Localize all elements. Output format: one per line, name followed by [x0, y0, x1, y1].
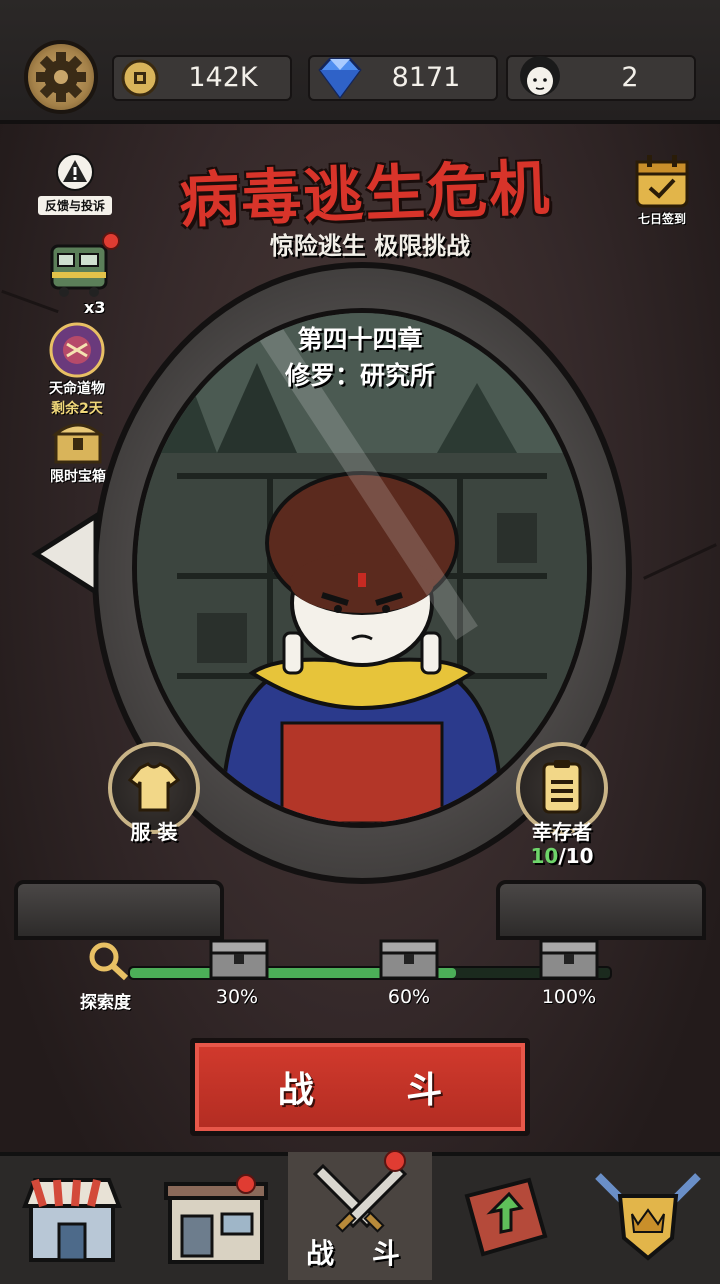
coin-icon [121, 59, 159, 97]
milestone-30: 30% [215, 986, 259, 1008]
magnifier-icon [89, 942, 129, 981]
nav-guild[interactable] [576, 1152, 720, 1280]
chapter-name: 修罗：研究所 [284, 361, 435, 390]
survivors-total: /10 [558, 844, 594, 868]
survivor-face-icon [520, 56, 560, 96]
notification-dot [102, 232, 120, 250]
building-icon [164, 1182, 268, 1264]
nav-shop[interactable] [0, 1152, 144, 1280]
destiny-orb-icon [49, 322, 105, 378]
milestone-100: 100% [541, 986, 597, 1008]
notification-dot [236, 1174, 256, 1194]
destiny-remaining: 剩余2天 [51, 401, 103, 417]
gear-icon [36, 52, 86, 102]
fight-button[interactable]: 战 斗 [190, 1038, 530, 1136]
nav-base[interactable] [144, 1152, 288, 1280]
upgrade-book-icon [464, 1177, 548, 1257]
previous-chapter-arrow-icon[interactable] [30, 510, 102, 598]
signin-label: 七日签到 [637, 212, 686, 226]
destiny-item-button[interactable]: 天命道物 剩余2天 [30, 322, 124, 418]
mirror-stand-right [496, 880, 706, 940]
shop-icon [22, 1178, 122, 1262]
diamond-icon [318, 57, 362, 100]
costume-label: 服 装 [130, 820, 178, 844]
coin-amount: 142K [188, 62, 258, 93]
reward-chest-30-icon[interactable] [208, 938, 270, 982]
feedback-label: 反馈与投诉 [38, 196, 112, 215]
game-subtitle: 惊险逃生 极限挑战 [269, 232, 471, 260]
train-event-button[interactable]: x3 [38, 232, 122, 317]
mirror-stand-left [14, 880, 224, 940]
destiny-label: 天命道物 [49, 381, 105, 397]
reward-chest-100-icon[interactable] [538, 938, 600, 982]
exploration-label: 探索度 [80, 993, 131, 1013]
milestone-60: 60% [387, 986, 431, 1008]
feedback-button[interactable]: 反馈与投诉 [38, 152, 112, 215]
settings-button[interactable] [24, 40, 98, 114]
survivor-amount: 2 [621, 62, 639, 93]
nav-upgrade[interactable] [432, 1152, 576, 1280]
reward-chest-60-icon[interactable] [378, 938, 440, 982]
calendar-check-icon [635, 155, 689, 208]
notification-dot [384, 1150, 406, 1172]
train-badge: x3 [84, 298, 106, 317]
treasure-chest-icon [51, 423, 105, 464]
chapter-info: 第四十四章 修罗：研究所 [210, 322, 510, 394]
survivors-label: 幸存者 [532, 820, 592, 844]
daily-signin-button[interactable]: 七日签到 [622, 152, 702, 227]
nav-battle-label: 战 斗 [306, 1237, 414, 1270]
gem-amount: 8171 [391, 62, 461, 93]
warning-icon [56, 153, 94, 191]
guild-shield-icon [595, 1173, 701, 1261]
chapter-number: 第四十四章 [297, 325, 423, 354]
fight-button-label: 战 斗 [277, 1070, 483, 1111]
survivors-count: 10/10 [510, 844, 614, 868]
survivors-current: 10 [530, 844, 559, 868]
